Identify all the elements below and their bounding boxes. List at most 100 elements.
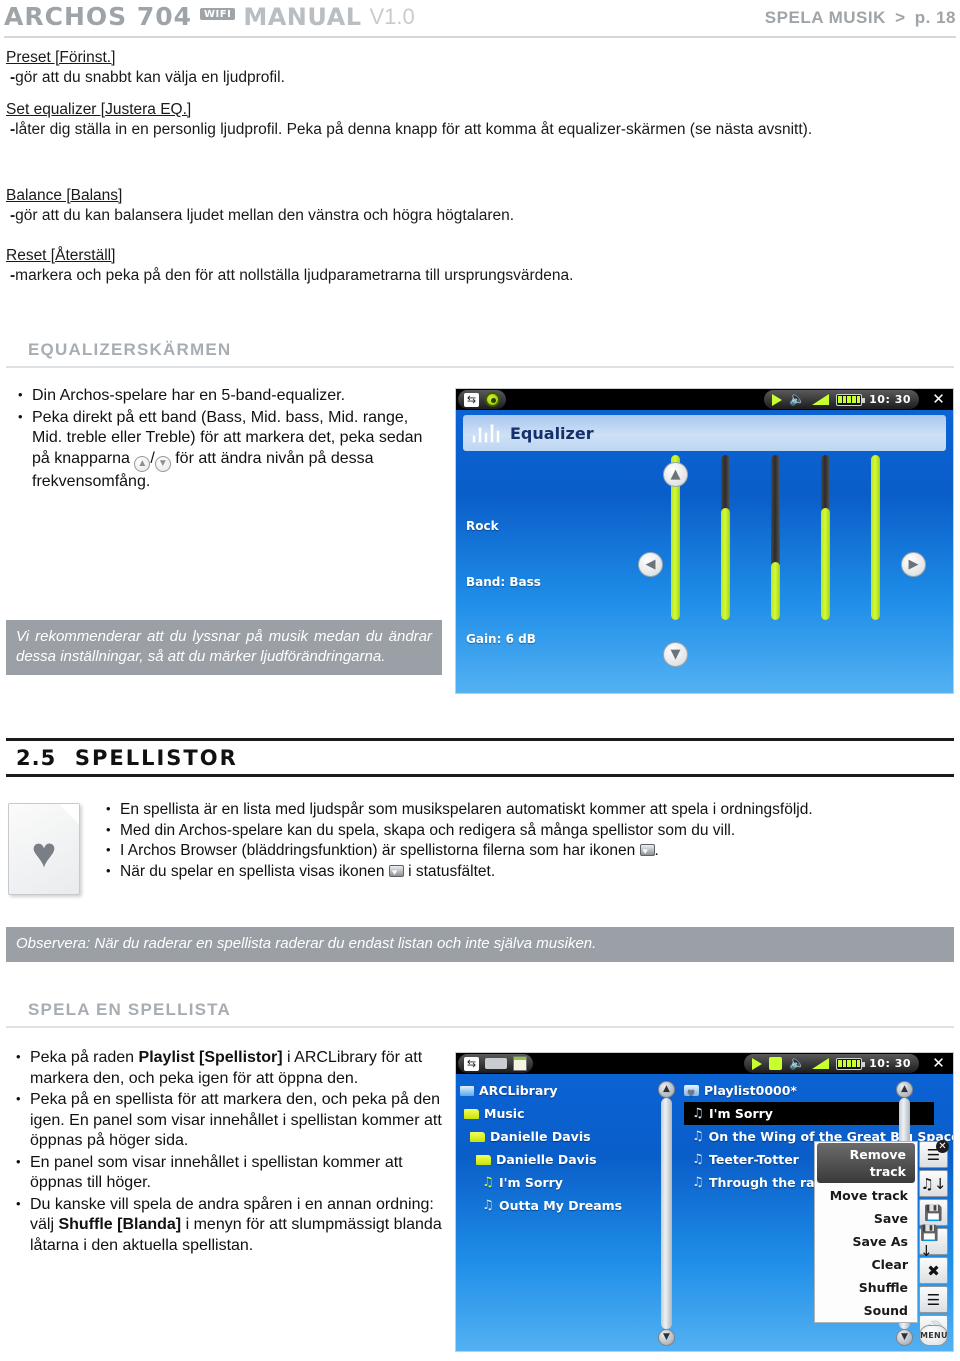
list-item: Med din Archos-spelare kan du spela, ska… (102, 820, 947, 841)
setting-balance: Balance [Balans] -gör att du kan balanse… (6, 186, 954, 226)
list-item[interactable]: Playlist0000* (684, 1079, 953, 1106)
setting-set-equalizer-desc: -låter dig ställa in en personlig ljudpr… (10, 121, 813, 138)
eq-down-button[interactable]: ▼ (663, 642, 688, 667)
list-icon[interactable] (513, 1056, 527, 1071)
eq-left-button[interactable]: ◀ (638, 552, 663, 577)
equalizer-bullet-list: Din Archos-spelare har en 5-band-equaliz… (14, 385, 434, 493)
breadcrumb-separator: > (895, 8, 906, 27)
list-item[interactable]: Danielle Davis (460, 1148, 655, 1171)
list-item: När du spelar en spellista visas ikonen … (102, 861, 947, 882)
equalizer-bars-icon (472, 423, 500, 443)
setting-preset-desc: -gör att du snabbt kan välja en ljudprof… (10, 69, 285, 86)
list-item: Peka på raden Playlist [Spellistor] i AR… (12, 1047, 442, 1089)
list-item[interactable]: Music (460, 1102, 655, 1125)
playlist-intro-list: En spellista är en lista med ljudspår so… (102, 799, 947, 882)
eq-preset-label: Rock (466, 519, 499, 533)
scroll-up-icon[interactable]: ▲ (896, 1081, 913, 1098)
shortcut-icon (772, 393, 783, 406)
page-number: p. 18 (914, 8, 956, 27)
scroll-track[interactable] (661, 1098, 672, 1329)
play-bullet-2: Peka på en spellista för att markera den… (30, 1091, 442, 1149)
remove-track-icon[interactable]: ☰ ✕ (919, 1140, 949, 1168)
save-icon[interactable]: 💾 (919, 1199, 948, 1226)
heart-icon: ♥ (31, 829, 57, 876)
menu-item-save-as[interactable]: Save As (815, 1230, 917, 1253)
breadcrumb: SPELA MUSIK > p. 18 (765, 2, 956, 28)
left-scrollbar[interactable]: ▲ ▼ (658, 1081, 675, 1346)
setting-preset-desc-text: gör att du snabbt kan välja en ljudprofi… (15, 69, 285, 86)
equalizer-bullet-2e: för att (175, 449, 217, 467)
folder-icon[interactable] (485, 1058, 507, 1069)
arrow-down-icon: ▼ (154, 455, 171, 472)
eq-band-treble[interactable] (871, 455, 880, 620)
play-playlist-list: Peka på raden Playlist [Spellistor] i AR… (12, 1047, 442, 1257)
folder-icon (470, 1131, 485, 1142)
menu-item-remove-track[interactable]: Remove track (817, 1143, 915, 1183)
product-name: ARCHOS 704 (4, 2, 193, 31)
scroll-down-icon[interactable]: ▼ (896, 1329, 913, 1346)
setting-reset-term: Reset [Återställ] (6, 247, 116, 264)
scroll-up-icon[interactable]: ▲ (658, 1081, 675, 1098)
close-icon[interactable]: ✕ (930, 1056, 947, 1071)
menu-item-save[interactable]: Save (815, 1207, 917, 1230)
repeat-icon[interactable]: ⇆ (464, 392, 479, 407)
menu-icon-column: ☰✕ ♫↓ 💾 💾↓ ✖ ☰ 🔊 (919, 1140, 949, 1342)
list-item[interactable]: ARCLibrary (460, 1079, 655, 1102)
setting-preset: Preset [Förinst.] -gör att du snabbt kan… (6, 48, 954, 88)
eq-band-mid-range[interactable] (771, 455, 780, 620)
menu-item-shuffle[interactable]: Shuffle (815, 1276, 917, 1299)
menu-button[interactable]: MENU (919, 1325, 948, 1346)
playlist-intro-bullet-3: I Archos Browser (bläddringsfunktion) är… (120, 842, 636, 859)
playlist-play-icon (752, 1057, 763, 1070)
note-icon: ♫ (482, 1198, 494, 1213)
playlist-browser-screenshot: ⇆ 🔈 10: 30 ✕ ARCLibrary Music Danielle D… (455, 1052, 954, 1352)
eq-band-mid-treble[interactable] (821, 455, 830, 620)
list-item: En spellista är en lista med ljudspår so… (102, 799, 947, 820)
list-item[interactable]: ♫ Outta My Dreams (460, 1194, 655, 1217)
playlist-intro-bullet-2: Med din Archos-spelare kan du spela, ska… (120, 821, 736, 839)
repeat-icon[interactable]: ⇆ (464, 1056, 479, 1071)
scroll-down-icon[interactable]: ▼ (658, 1329, 675, 1346)
eq-band-mid-bass[interactable] (721, 455, 730, 620)
battery-icon (836, 1057, 866, 1070)
shuffle-icon[interactable]: ☰ (919, 1286, 948, 1313)
left-item-label: Danielle Davis (490, 1129, 591, 1144)
eq-up-button[interactable]: ▲ (663, 462, 688, 487)
br-status-bar: ⇆ 🔈 10: 30 ✕ (456, 1053, 953, 1074)
left-item-label: ARCLibrary (479, 1083, 558, 1098)
note-icon: ♫ (692, 1152, 704, 1167)
menu-item-sound[interactable]: Sound (815, 1299, 917, 1322)
menu-item-clear[interactable]: Clear (815, 1253, 917, 1276)
move-track-icon[interactable]: ♫↓ (919, 1170, 948, 1197)
manual-page: ARCHOS 704 WIFI MANUAL V1.0 SPELA MUSIK … (0, 0, 960, 1361)
eq-right-button[interactable]: ▶ (901, 552, 926, 577)
setting-set-equalizer: Set equalizer [Justera EQ.] -låter dig s… (6, 100, 954, 140)
speaker-icon: 🔈 (789, 1056, 806, 1071)
list-item[interactable]: Danielle Davis (460, 1125, 655, 1148)
playlist-intro-bullet-1: En spellista är en lista med ljudspår so… (120, 801, 813, 818)
manual-version: V1.0 (369, 3, 415, 29)
section-heading-play-playlist: SPELA EN SPELLISTA (6, 1000, 954, 1028)
close-icon[interactable]: ✕ (930, 392, 947, 407)
playlist-icon (684, 1083, 699, 1106)
manual-label: MANUAL (243, 2, 362, 31)
browser-left-panel: ARCLibrary Music Danielle Davis Danielle… (460, 1079, 655, 1217)
list-item[interactable]: ♫ I'm Sorry (460, 1171, 655, 1194)
play-bullet-1a: Peka på raden (30, 1049, 135, 1066)
chapter-heading: 2.5 SPELLISTOR (6, 738, 954, 777)
gear-icon[interactable] (485, 392, 500, 407)
equalizer-screenshot: ⇆ 🔈 10: 30 ✕ Equalizer Rock Band: Bass G… (455, 388, 954, 694)
menu-item-move-track[interactable]: Move track (815, 1184, 917, 1207)
playlist-status-icon (388, 863, 404, 882)
eq-status-left-group: ⇆ (458, 390, 506, 409)
equalizer-bullet-1: Din Archos-spelare har en 5-band-equaliz… (32, 387, 346, 404)
save-as-icon[interactable]: 💾↓ (919, 1224, 948, 1260)
harddisk-icon (460, 1085, 474, 1096)
wifi-badge: WIFI (200, 7, 236, 20)
eq-slider-group (671, 455, 891, 620)
clear-icon[interactable]: ✖ (919, 1257, 948, 1284)
note-equalizer: Vi rekommenderar att du lyssnar på musik… (6, 620, 442, 675)
eq-title-bar: Equalizer (463, 415, 946, 451)
section-heading-equalizer: EQUALIZERSKÄRMEN (6, 340, 954, 368)
list-item: En panel som visar innehållet i spellist… (12, 1152, 442, 1194)
